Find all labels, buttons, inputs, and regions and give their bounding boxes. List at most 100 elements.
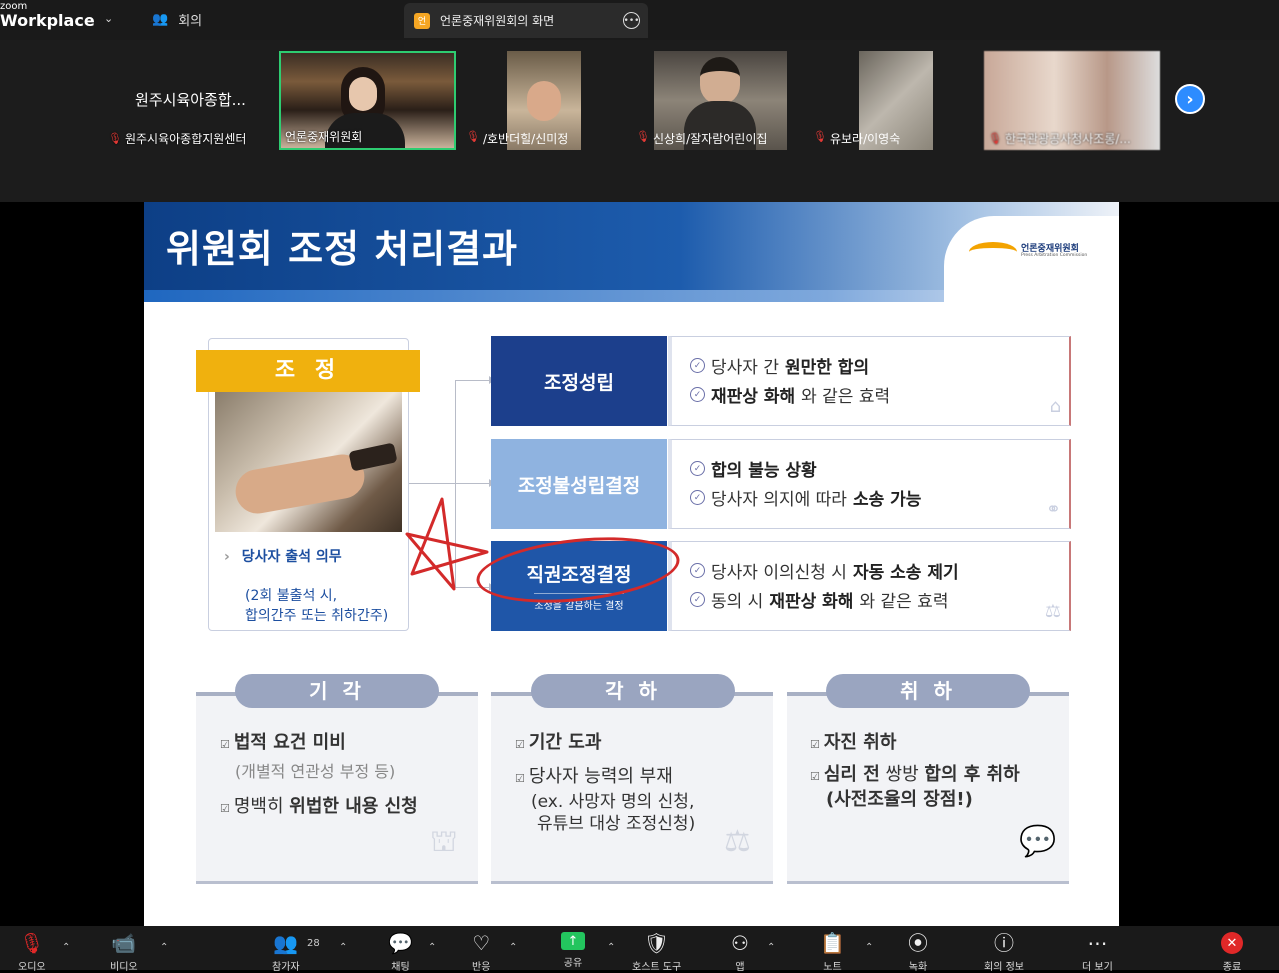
attendance-note-line1: (2회 불출석 시, bbox=[245, 588, 338, 604]
participants-label: 참가자 bbox=[272, 962, 300, 973]
dismissal-note: (개별적 연관성 부정 등) bbox=[235, 762, 396, 781]
participant-name: /호반더힐/신미정 bbox=[482, 132, 569, 146]
result-text: 당사자 의지에 따라 bbox=[711, 490, 847, 510]
participant-count: 28 bbox=[307, 938, 320, 949]
result-title: 조정불성립결정 bbox=[517, 474, 641, 497]
end-call-icon: ✕ bbox=[1221, 932, 1243, 954]
mic-muted-icon: 🎙 bbox=[19, 931, 45, 955]
tab-meeting[interactable]: 👥 회의 bbox=[152, 10, 202, 29]
participants-button[interactable]: 👥 참가자 bbox=[272, 932, 300, 973]
result-text-bold: 원만한 합의 bbox=[784, 358, 870, 378]
mic-off-icon: 🎙 bbox=[108, 132, 122, 145]
attendance-note: (2회 불출석 시, 합의간주 또는 취하간주) bbox=[245, 586, 388, 626]
logo-subtitle: Press Arbitration Commission bbox=[1021, 253, 1088, 259]
share-badge: 언 bbox=[414, 12, 430, 29]
rejection-example: 유튜브 대상 조정신청) bbox=[537, 814, 696, 834]
dismissal-item: ☑ 법적 요건 미비 bbox=[220, 728, 346, 754]
withdrawal-item: ☑ 자진 취하 bbox=[810, 728, 896, 754]
chevron-up-icon[interactable]: ⌃ bbox=[767, 942, 775, 953]
share-label: 공유 bbox=[563, 958, 583, 969]
chevron-up-icon[interactable]: ⌃ bbox=[509, 942, 517, 953]
checkbox-icon: ☑ bbox=[220, 802, 230, 815]
check-icon: ✓ bbox=[690, 490, 705, 505]
brand-large: Workplace bbox=[0, 11, 95, 30]
react-button[interactable]: ♡ 반응 bbox=[472, 932, 490, 973]
more-button[interactable]: ⋯ 더 보기 bbox=[1082, 932, 1113, 973]
share-button[interactable]: ↑ 공유 bbox=[561, 932, 585, 969]
chevron-up-icon[interactable]: ⌃ bbox=[339, 942, 347, 953]
apps-button[interactable]: ⚇ 앱 bbox=[731, 932, 749, 973]
participants-icon: 👥 bbox=[152, 12, 169, 27]
notes-button[interactable]: 📋 노트 bbox=[820, 932, 845, 973]
result-line: ✓ 당사자 의지에 따라 소송 가능 bbox=[690, 483, 1069, 512]
person-face bbox=[700, 57, 740, 105]
shield-icon: 🛡 bbox=[643, 931, 670, 955]
result-not-established: 조정불성립결정 bbox=[491, 439, 667, 529]
record-button[interactable]: ⦿ 녹화 bbox=[908, 932, 928, 973]
participant-label: 🎙 신상희/잘자람어린이집 bbox=[636, 130, 767, 147]
result-title: 조정성립 bbox=[544, 371, 614, 394]
tab-shared-screen[interactable]: 언 언론중재위원회의 화면 ••• bbox=[404, 3, 648, 38]
chevron-up-icon[interactable]: ⌃ bbox=[865, 942, 873, 953]
video-tile[interactable]: 원주시육아종합... 🎙 원주시육아종합지원센터 bbox=[104, 51, 277, 150]
scales-icon: ⚖ bbox=[724, 824, 751, 859]
audio-button[interactable]: 🎙 오디오 bbox=[18, 932, 46, 973]
check-icon: ✓ bbox=[690, 461, 705, 476]
host-tools-button[interactable]: 🛡 호스트 도구 bbox=[632, 932, 681, 973]
result-text-bold: 합의 불능 상황 bbox=[711, 461, 817, 481]
chevron-up-icon[interactable]: ⌃ bbox=[160, 942, 168, 953]
shared-slide: 위원회 조정 처리결과 언론중재위원회 Press Arbitration Com… bbox=[144, 202, 1119, 926]
result-description: ✓ 당사자 이의신청 시 자동 소송 제기 ✓ 동의 시 재판상 화해 와 같은 효력… bbox=[668, 541, 1071, 631]
more-options-icon[interactable]: ••• bbox=[623, 12, 640, 29]
chevron-down-icon[interactable]: ⌄ bbox=[104, 12, 113, 25]
checkbox-icon: ☑ bbox=[515, 738, 525, 751]
video-tile[interactable]: 🎙 한국관광공사청사조롱/... bbox=[984, 51, 1160, 150]
chat-button[interactable]: 💬 채팅 bbox=[388, 932, 413, 973]
mic-off-icon: 🎙 bbox=[988, 132, 1002, 145]
organization-logo: 언론중재위원회 Press Arbitration Commission bbox=[969, 242, 1087, 262]
more-label: 더 보기 bbox=[1082, 962, 1113, 973]
meeting-icon: ⌂ bbox=[1049, 396, 1061, 417]
next-page-button[interactable]: › bbox=[1175, 84, 1205, 114]
tab-shared-screen-label: 언론중재위원회의 화면 bbox=[440, 14, 555, 28]
record-icon: ⦿ bbox=[908, 931, 928, 955]
result-text: 당사자 이의신청 시 bbox=[711, 563, 847, 583]
video-button[interactable]: 📹 비디오 bbox=[110, 932, 138, 973]
result-line: ✓ 재판상 화해 와 같은 효력 bbox=[690, 380, 1069, 409]
result-text-bold: 자동 소송 제기 bbox=[852, 563, 959, 583]
result-line: ✓ 당사자 간 원만한 합의 bbox=[690, 351, 1069, 380]
record-label: 녹화 bbox=[908, 962, 928, 973]
attendance-note-line2: 합의간주 또는 취하간주) bbox=[245, 608, 389, 624]
mic-off-icon: 🎙 bbox=[636, 130, 650, 143]
result-description: ✓ 당사자 간 원만한 합의 ✓ 재판상 화해 와 같은 효력 ⌂ bbox=[668, 336, 1071, 426]
chevron-up-icon[interactable]: ⌃ bbox=[428, 942, 436, 953]
dismissal-heading: 기 각 bbox=[235, 674, 439, 708]
meeting-toolbar: 🎙 오디오 ⌃ 📹 비디오 ⌃ 👥 참가자 28 ⌃ 💬 채팅 ⌃ ♡ 반응 ⌃ ↑ 공유 … bbox=[0, 926, 1279, 973]
participant-name: 원주시육아종합지원센터 bbox=[124, 132, 247, 146]
chevron-right-icon: › bbox=[1186, 88, 1194, 110]
result-text-bold: 재판상 화해 bbox=[769, 592, 854, 612]
result-text-bold: 재판상 화해 bbox=[711, 387, 796, 407]
person-face bbox=[349, 77, 377, 111]
connector-line bbox=[455, 380, 491, 381]
checkbox-icon: ☑ bbox=[220, 738, 230, 751]
checkbox-icon: ☑ bbox=[810, 770, 820, 783]
video-tile-active-speaker[interactable]: 언론중재위원회 bbox=[279, 51, 456, 150]
meeting-info-button[interactable]: ⓘ 회의 정보 bbox=[984, 932, 1024, 973]
chat-icon: 💬 bbox=[388, 931, 413, 955]
tab-meeting-label: 회의 bbox=[178, 14, 203, 29]
dismissal-item-text: 명백히 bbox=[233, 796, 290, 817]
result-line: ✓ 동의 시 재판상 화해 와 같은 효력 bbox=[690, 585, 1069, 614]
participant-tile-text: 원주시육아종합... bbox=[135, 91, 246, 109]
attendance-duty-label: › 당사자 출석 의무 bbox=[224, 546, 342, 566]
result-text-bold: 소송 가능 bbox=[852, 490, 922, 510]
withdrawal-note: (사전조율의 장점!) bbox=[826, 789, 973, 810]
end-button[interactable]: ✕ 종료 bbox=[1221, 932, 1243, 973]
chevron-up-icon[interactable]: ⌃ bbox=[62, 942, 70, 953]
chevron-up-icon[interactable]: ⌃ bbox=[607, 942, 615, 953]
rejection-item-text: 당사자 능력의 부재 bbox=[528, 766, 673, 787]
connector-line bbox=[455, 483, 491, 484]
participant-name: 한국관광공사청사조롱/... bbox=[1004, 132, 1131, 146]
rejection-item: ☑ 기간 도과 bbox=[515, 728, 601, 754]
check-icon: ✓ bbox=[690, 358, 705, 373]
